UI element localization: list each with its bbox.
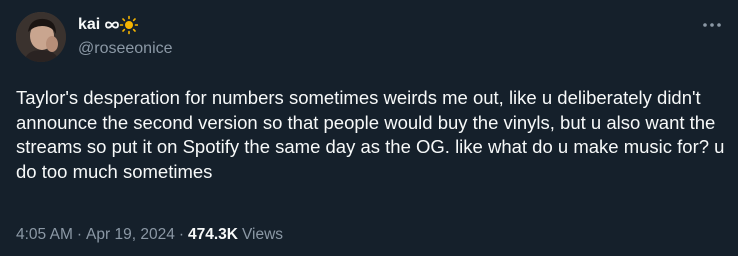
author-handle[interactable]: @roseeonice xyxy=(78,40,173,58)
meta-separator: · xyxy=(76,226,83,243)
avatar[interactable] xyxy=(16,12,66,62)
sun-icon xyxy=(119,15,139,35)
meta-separator: · xyxy=(178,226,184,243)
tweet-time[interactable]: 4:05 AM xyxy=(16,226,73,244)
display-name[interactable]: kai xyxy=(78,16,100,34)
tweet-meta: 4:05 AM · Apr 19, 2024 · 474.3K Views xyxy=(16,226,283,244)
name-emoji xyxy=(104,15,139,35)
tweet-date[interactable]: Apr 19, 2024 xyxy=(86,226,175,244)
views-label: Views xyxy=(241,226,284,243)
tweet-card: kai @roseeonice Taylor's desperation for… xyxy=(0,0,738,256)
views-count: 474.3K xyxy=(187,226,238,243)
tweet-text: Taylor's desperation for numbers sometim… xyxy=(16,87,725,182)
avatar-photo xyxy=(16,12,66,62)
author-header: kai @roseeonice xyxy=(78,14,173,58)
more-horizontal-icon xyxy=(703,23,721,27)
author-name-row: kai xyxy=(78,14,173,36)
infinity-icon xyxy=(105,21,120,29)
more-options-button[interactable] xyxy=(700,16,724,34)
